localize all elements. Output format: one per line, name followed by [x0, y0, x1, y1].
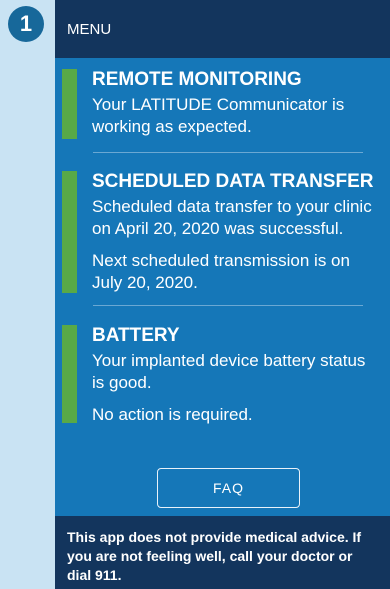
remote-monitoring-section: REMOTE MONITORING Your LATITUDE Communic… — [55, 69, 390, 148]
section-title: REMOTE MONITORING — [92, 69, 302, 90]
section-text: No action is required. — [92, 405, 253, 424]
section-title: BATTERY — [92, 325, 180, 346]
status-accent-bar — [62, 171, 77, 293]
battery-section: BATTERY Your implanted device battery st… — [55, 325, 390, 436]
status-accent-bar — [62, 69, 77, 139]
status-accent-bar — [62, 325, 77, 423]
section-text: Your LATITUDE Communicator is working as… — [92, 95, 345, 136]
top-bar: MENU — [55, 0, 390, 58]
section-divider — [93, 305, 363, 306]
section-text: Scheduled data transfer to your clinic o… — [92, 197, 372, 238]
medical-disclaimer-footer: This app does not provide medical advice… — [55, 516, 390, 589]
step-number-badge: 1 — [8, 6, 44, 42]
faq-button[interactable]: FAQ — [157, 468, 300, 508]
section-text: Next scheduled transmission is on July 2… — [92, 251, 350, 292]
menu-button[interactable]: MENU — [67, 21, 111, 38]
section-divider — [93, 152, 363, 153]
app-screen: MENU REMOTE MONITORING Your LATITUDE Com… — [55, 0, 390, 589]
disclaimer-text: This app does not provide medical advice… — [67, 529, 362, 583]
section-text: Your implanted device battery status is … — [92, 351, 366, 392]
scheduled-data-transfer-section: SCHEDULED DATA TRANSFER Scheduled data t… — [55, 171, 390, 304]
section-title: SCHEDULED DATA TRANSFER — [92, 171, 374, 192]
